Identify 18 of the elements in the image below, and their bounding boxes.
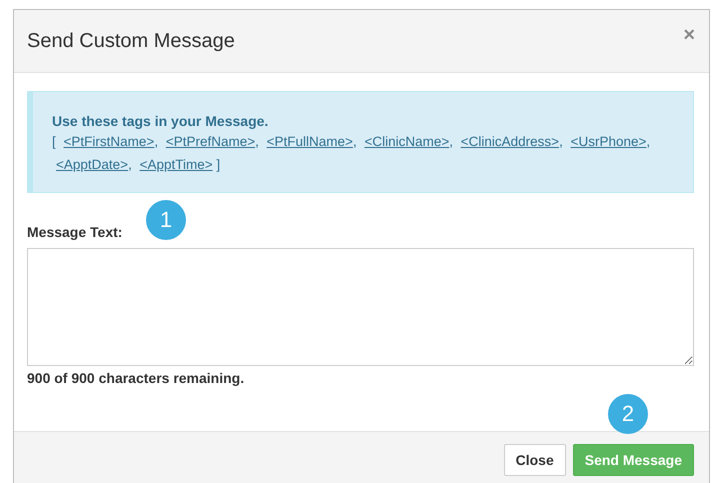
tag-link[interactable]: <PtFullName>: [266, 134, 353, 149]
close-button[interactable]: Close: [504, 444, 566, 476]
message-label: Message Text:: [27, 224, 122, 240]
tag-link[interactable]: <PtPrefName>: [166, 134, 256, 149]
tag-link[interactable]: <ApptDate>: [56, 157, 128, 172]
tag-list: [ <PtFirstName>, <PtPrefName>, <PtFullName>, <ClinicName>, <ClinicAddress>, <UsrPhone>, <ApptDate>, <ApptTime> ]: [52, 130, 675, 176]
tag-link[interactable]: <UsrPhone>: [570, 134, 646, 149]
step-badge: 2: [608, 394, 648, 434]
dialog-title: Send Custom Message: [27, 30, 235, 52]
tag-link[interactable]: <ClinicAddress>: [460, 134, 560, 149]
info-heading: Use these tags in your Message.: [52, 112, 270, 130]
tag-link[interactable]: <PtFirstName>: [64, 134, 154, 149]
step-badge: 1: [146, 200, 186, 240]
message-field[interactable]: [27, 248, 694, 366]
characters-remaining: 900 of 900 characters remaining.: [27, 370, 244, 386]
send-button[interactable]: Send Message: [572, 444, 694, 476]
tag-link[interactable]: <ClinicName>: [364, 134, 450, 149]
tag-link[interactable]: <ApptTime>: [140, 157, 213, 172]
